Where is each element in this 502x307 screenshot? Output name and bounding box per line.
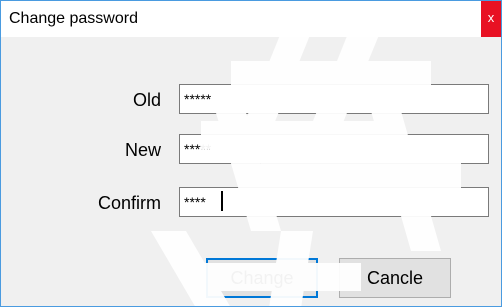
dialog-title: Change password [9,10,138,27]
change-button[interactable]: Change [206,258,318,298]
new-password-field[interactable] [179,134,489,164]
cancel-button[interactable]: Cancle [339,258,451,298]
title-bar[interactable]: Change password x [1,1,501,37]
close-icon: x [487,10,495,25]
change-password-dialog: Change password x Old New Confirm Change… [0,0,502,307]
close-button[interactable]: x [481,1,501,37]
new-password-label: New [124,140,161,160]
text-caret [221,191,223,211]
old-password-label: Old [132,90,161,110]
confirm-password-field[interactable] [179,187,489,217]
old-password-field[interactable] [179,84,489,114]
confirm-password-label: Confirm [97,193,161,213]
